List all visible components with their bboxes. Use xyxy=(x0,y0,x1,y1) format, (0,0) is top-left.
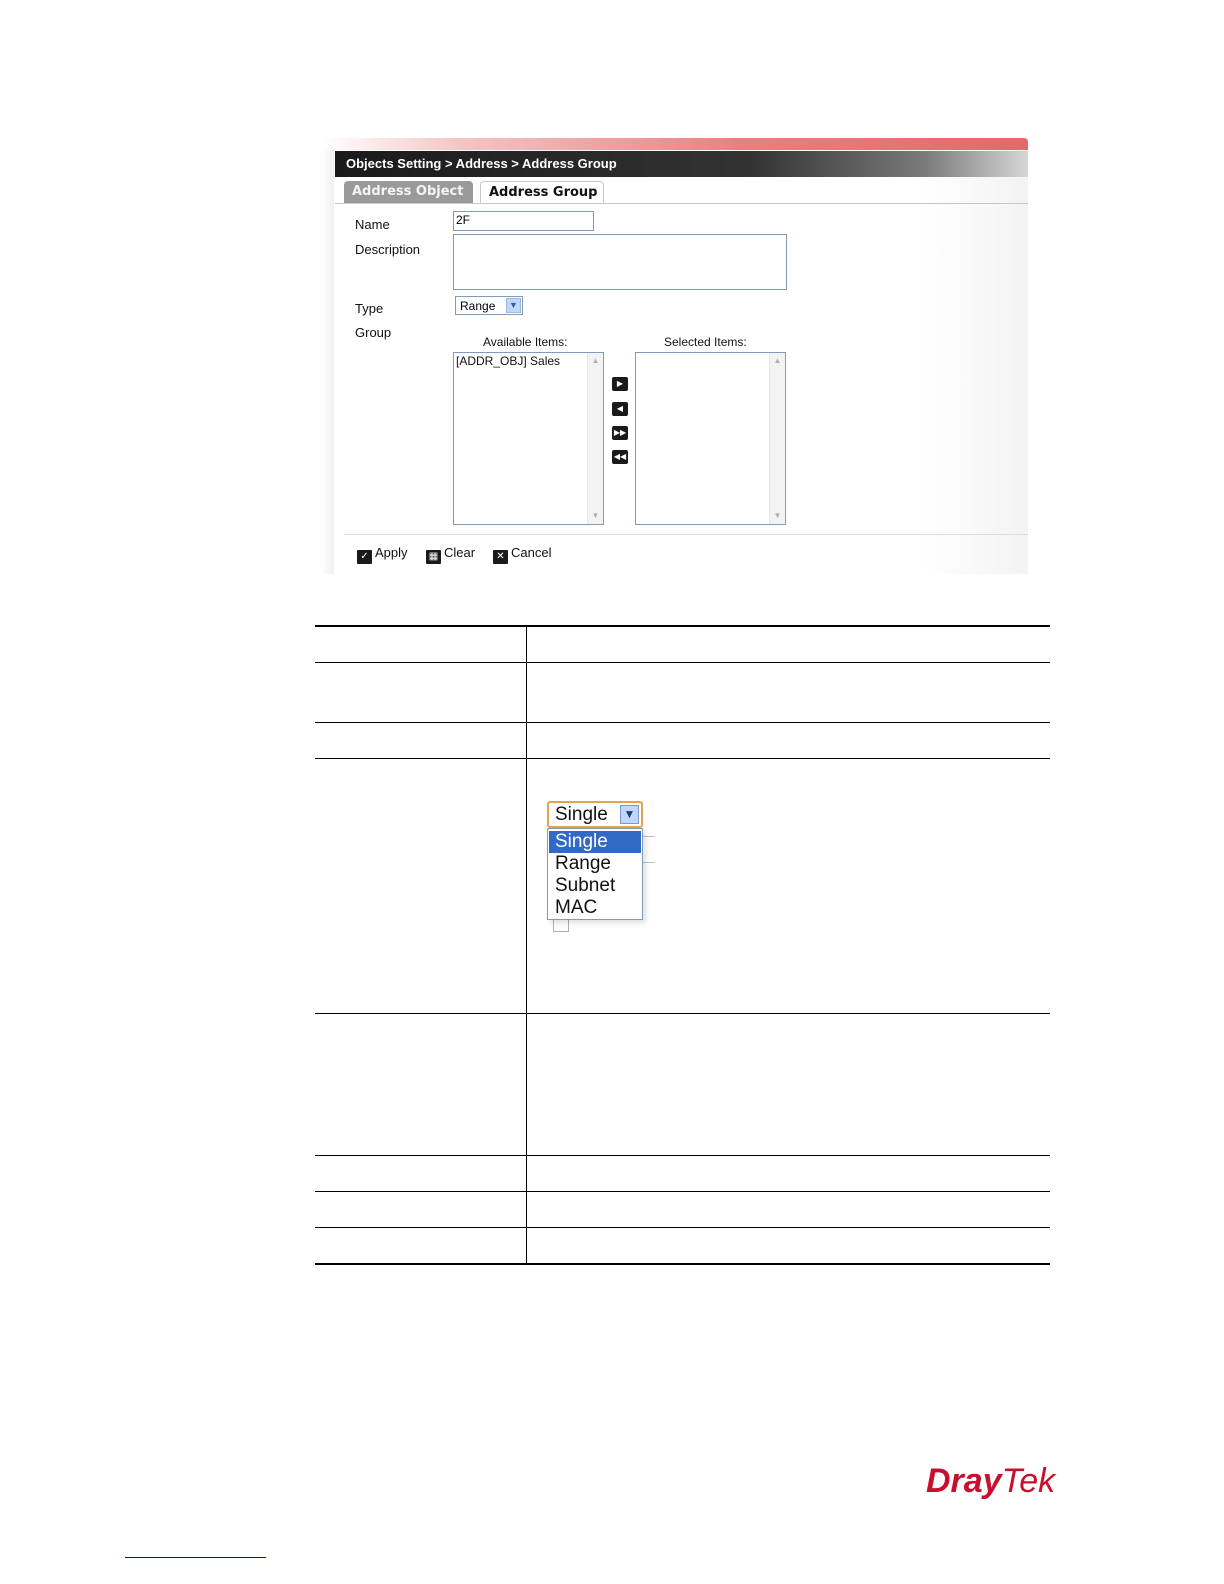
dropdown-option-subnet[interactable]: Subnet xyxy=(549,875,641,897)
dropdown-option-mac[interactable]: MAC xyxy=(549,897,641,919)
draytek-logo: DrayTek xyxy=(926,1462,1055,1501)
logo-part-dray: Dray xyxy=(926,1462,1002,1500)
window-top-edge xyxy=(322,138,1028,150)
move-right-icon[interactable]: ▶ xyxy=(612,377,628,391)
type-select[interactable]: Range ▼ xyxy=(455,296,523,315)
name-label: Name xyxy=(355,217,390,232)
background-line xyxy=(643,862,655,863)
available-items-list[interactable]: [ADDR_OBJ] Sales ▲ ▼ xyxy=(453,352,604,525)
chevron-down-icon[interactable]: ▼ xyxy=(506,298,521,313)
close-icon: ✕ xyxy=(493,550,508,564)
move-all-right-icon[interactable]: ▶▶ xyxy=(612,426,628,440)
table-row-divider xyxy=(315,758,1050,759)
chevron-down-icon[interactable]: ▼ xyxy=(620,805,639,824)
table-row-divider xyxy=(315,1155,1050,1156)
move-all-left-icon[interactable]: ◀◀ xyxy=(612,450,628,464)
apply-button[interactable]: ✓ Apply xyxy=(357,545,408,564)
tab-address-object[interactable]: Address Object xyxy=(344,181,473,203)
scroll-up-icon[interactable]: ▲ xyxy=(771,354,784,368)
breadcrumb-title-bar: Objects Setting > Address > Address Grou… xyxy=(335,151,1028,177)
description-textarea[interactable] xyxy=(453,234,787,290)
scroll-down-icon[interactable]: ▼ xyxy=(589,509,602,523)
background-checkbox xyxy=(553,918,569,932)
type-dropdown-value: Single xyxy=(555,804,608,825)
cancel-button[interactable]: ✕ Cancel xyxy=(493,545,551,564)
logo-part-tek: Tek xyxy=(1001,1462,1056,1500)
tab-underline xyxy=(335,203,1028,204)
available-items-caption: Available Items: xyxy=(483,335,568,349)
address-group-screenshot: Objects Setting > Address > Address Grou… xyxy=(322,138,1028,574)
available-scrollbar[interactable]: ▲ ▼ xyxy=(587,353,603,524)
dropdown-option-single[interactable]: Single xyxy=(549,831,641,853)
table-top-rule xyxy=(315,625,1050,627)
scroll-down-icon[interactable]: ▼ xyxy=(771,509,784,523)
window-left-edge xyxy=(322,150,334,574)
background-line xyxy=(643,836,655,837)
table-row-divider xyxy=(315,662,1050,663)
table-column-divider xyxy=(526,627,527,1264)
footer-link-underline[interactable] xyxy=(125,1557,266,1558)
table-row-divider xyxy=(315,1191,1050,1192)
list-item[interactable]: [ADDR_OBJ] Sales xyxy=(456,354,560,368)
scroll-up-icon[interactable]: ▲ xyxy=(589,354,602,368)
check-icon: ✓ xyxy=(357,550,372,564)
selected-scrollbar[interactable]: ▲ ▼ xyxy=(769,353,785,524)
description-label: Description xyxy=(355,242,421,257)
apply-button-label: Apply xyxy=(375,545,408,560)
footer-divider xyxy=(344,534,1028,535)
name-input[interactable]: 2F xyxy=(453,211,594,231)
cancel-button-label: Cancel xyxy=(511,545,552,560)
move-left-icon[interactable]: ◀ xyxy=(612,402,628,416)
table-row-divider xyxy=(315,1227,1050,1228)
dropdown-option-range[interactable]: Range xyxy=(549,853,641,875)
selected-items-list[interactable]: ▲ ▼ xyxy=(635,352,786,525)
type-dropdown-list: Single Range Subnet MAC xyxy=(547,828,643,920)
tab-address-group[interactable]: Address Group xyxy=(480,181,604,203)
table-bottom-rule xyxy=(315,1263,1050,1265)
type-dropdown-select[interactable]: Single ▼ xyxy=(547,801,643,828)
selected-items-caption: Selected Items: xyxy=(664,335,747,349)
clear-button[interactable]: ▦ Clear xyxy=(426,545,475,564)
table-row-divider xyxy=(315,722,1050,723)
trash-icon: ▦ xyxy=(426,550,441,564)
type-label: Type xyxy=(355,301,384,316)
type-select-value: Range xyxy=(460,299,496,313)
group-label: Group xyxy=(355,325,392,340)
clear-button-label: Clear xyxy=(444,545,476,560)
table-row-divider xyxy=(315,1013,1050,1014)
